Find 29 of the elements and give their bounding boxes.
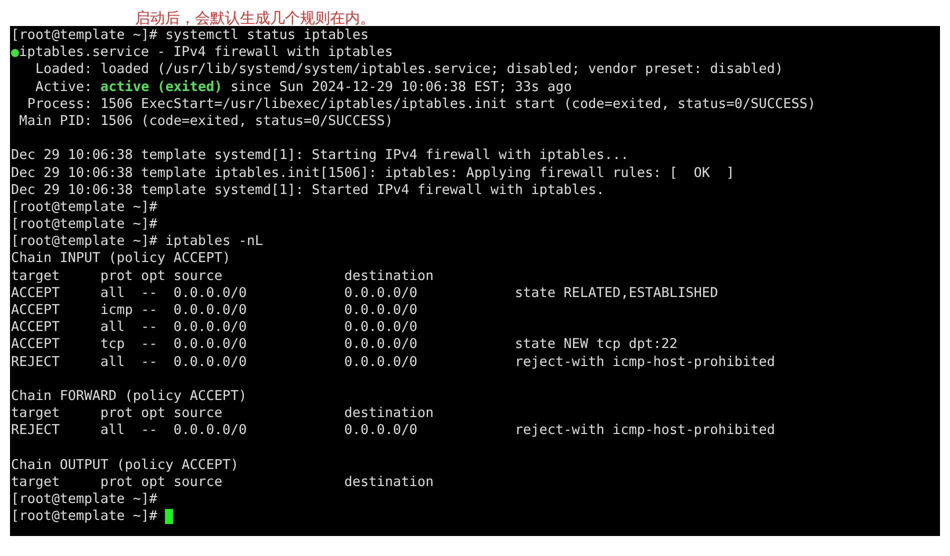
- terminal-line: Active: active (exited) since Sun 2024-12-29 10:06:38 EST; 33s ago: [34, 78, 572, 96]
- terminal-line: ACCEPT icmp -- 0.0.0.0/0 0.0.0.0/0: [11, 302, 418, 320]
- terminal-line: iptables.service - IPv4 firewall with iptables: [19, 44, 393, 62]
- terminal-line: Loaded: loaded (/usr/lib/systemd/system/iptables.service; disabled; vendor preset: disabled): [34, 61, 784, 79]
- cursor-block: [165, 509, 174, 524]
- terminal-line: Chain FORWARD (policy ACCEPT): [11, 388, 247, 406]
- terminal-line: REJECT all -- 0.0.0.0/0 0.0.0.0/0 reject-with icmp-host-prohibited: [11, 422, 776, 440]
- terminal-line: [root@template ~]# systemctl status iptables: [11, 27, 369, 44]
- terminal-line: target prot opt source destination: [11, 268, 434, 285]
- terminal-line: Dec 29 10:06:38 template iptables.init[1506]: iptables: Applying firewall rules: [ OK ]: [11, 164, 734, 182]
- terminal-line: target prot opt source destination: [11, 474, 434, 492]
- terminal-line: [root@template ~]#: [11, 216, 158, 234]
- terminal-line: REJECT all -- 0.0.0.0/0 0.0.0.0/0 reject-with icmp-host-prohibited: [11, 354, 776, 371]
- terminal-line: [root@template ~]# iptables -nL: [11, 233, 263, 250]
- caption-text: 启动后，会默认生成几个规则在内。: [134, 8, 376, 26]
- terminal-line: Dec 29 10:06:38 template systemd[1]: Starting IPv4 firewall with iptables...: [11, 147, 629, 165]
- terminal-line: ACCEPT tcp -- 0.0.0.0/0 0.0.0.0/0 state NEW tcp dpt:22: [11, 336, 678, 354]
- terminal-line: ACCEPT all -- 0.0.0.0/0 0.0.0.0/0 state RELATED,ESTABLISHED: [11, 284, 718, 302]
- terminal-prompt: [root@template ~]#: [11, 508, 158, 526]
- terminal-line: target prot opt source destination: [11, 405, 434, 422]
- terminal-line: Dec 29 10:06:38 template systemd[1]: Started IPv4 firewall with iptables.: [11, 182, 604, 199]
- terminal-line: [root@template ~]#: [11, 491, 158, 508]
- terminal-line: Chain OUTPUT (policy ACCEPT): [11, 456, 239, 474]
- terminal-line: ACCEPT all -- 0.0.0.0/0 0.0.0.0/0: [11, 319, 418, 336]
- terminal-line: Chain INPUT (policy ACCEPT): [11, 250, 230, 268]
- terminal-line: Process: 1506 ExecStart=/usr/libexec/iptables/iptables.init start (code=exited, status=0/SUCCESS): [26, 96, 816, 113]
- status-dot-icon: [11, 48, 19, 57]
- terminal-line: Main PID: 1506 (code=exited, status=0/SUCCESS): [18, 112, 394, 130]
- terminal-line: [root@template ~]#: [11, 198, 158, 216]
